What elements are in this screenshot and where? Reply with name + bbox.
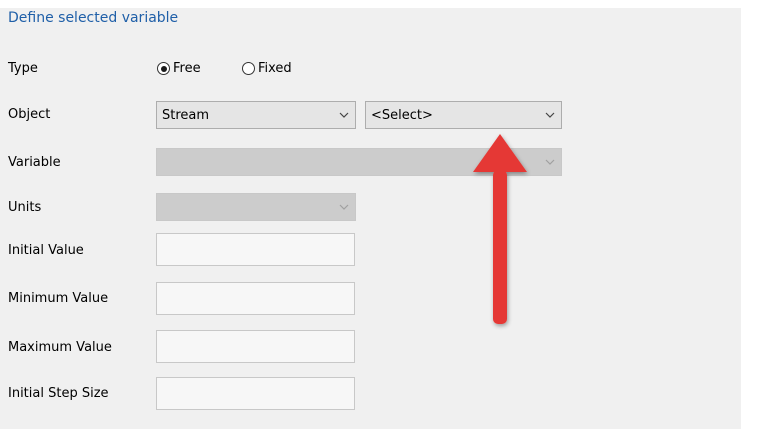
maximum-value-label: Maximum Value <box>8 340 112 355</box>
right-margin <box>741 0 765 429</box>
initial-step-size-input[interactable] <box>156 377 355 410</box>
radio-free-indicator[interactable] <box>157 62 170 75</box>
top-margin <box>0 0 765 8</box>
radio-fixed[interactable]: Fixed <box>242 61 292 76</box>
units-label: Units <box>8 200 42 215</box>
define-variable-panel <box>0 0 765 429</box>
section-title: Define selected variable <box>8 10 179 26</box>
object-type-value: Stream <box>162 107 210 123</box>
chevron-down-icon[interactable] <box>333 194 355 220</box>
initial-value-input[interactable] <box>156 233 355 266</box>
type-label: Type <box>8 61 38 76</box>
minimum-value-label: Minimum Value <box>8 291 109 306</box>
radio-free-label[interactable]: Free <box>173 61 201 76</box>
radio-fixed-indicator[interactable] <box>242 62 255 75</box>
radio-free[interactable]: Free <box>157 61 201 76</box>
variable-label: Variable <box>8 155 61 170</box>
chevron-down-icon[interactable] <box>539 102 561 128</box>
initial-step-size-label: Initial Step Size <box>8 386 109 401</box>
units-dropdown[interactable] <box>156 193 356 221</box>
object-type-dropdown[interactable]: Stream <box>156 101 356 129</box>
object-label: Object <box>8 107 51 122</box>
minimum-value-input[interactable] <box>156 282 355 315</box>
red-arrow-up-icon <box>473 134 527 324</box>
radio-fixed-label[interactable]: Fixed <box>258 61 292 76</box>
maximum-value-input[interactable] <box>156 330 355 363</box>
chevron-down-icon[interactable] <box>333 102 355 128</box>
chevron-down-icon[interactable] <box>539 149 561 175</box>
initial-value-label: Initial Value <box>8 243 84 258</box>
